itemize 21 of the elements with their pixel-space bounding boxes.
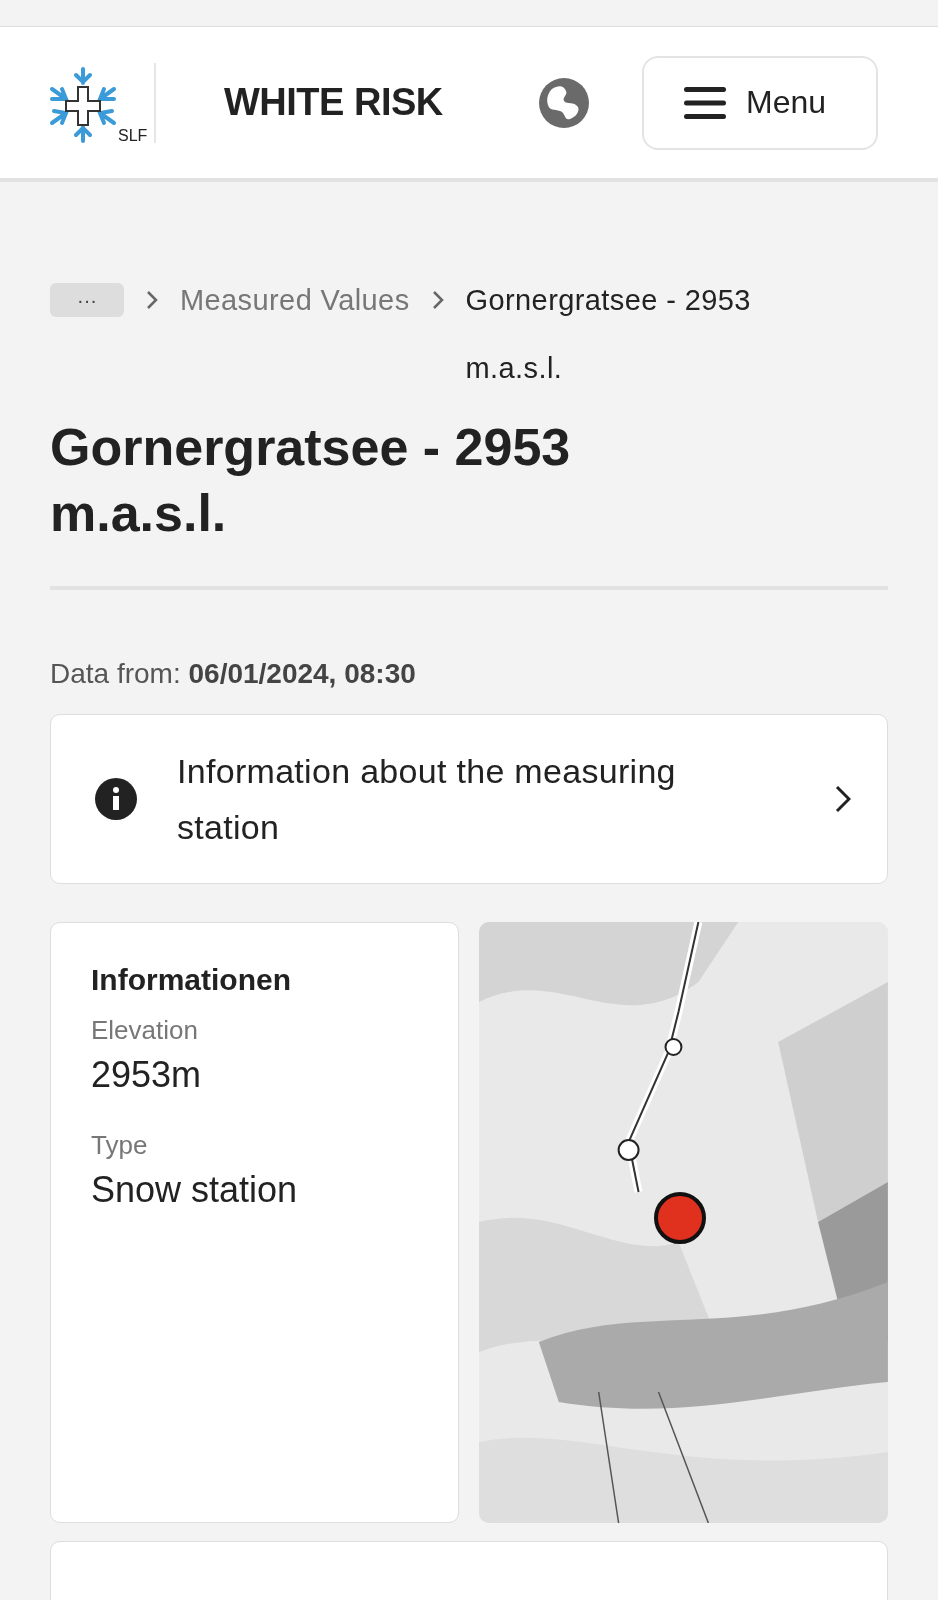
data-timestamp: Data from: 06/01/2024, 08:30 [50, 658, 417, 690]
field-value: Snow station [91, 1169, 299, 1211]
menu-button[interactable]: Menu [642, 55, 878, 150]
field-label: Type [91, 1130, 149, 1161]
breadcrumb-more-button[interactable]: ··· [50, 283, 124, 317]
chevron-icon [146, 290, 158, 310]
snowflake-icon [48, 64, 118, 145]
station-info-link[interactable]: Information about the measuring station [50, 714, 888, 884]
logo-caption: SLF [118, 126, 148, 145]
breadcrumb-current: Gornergratsee - 2953 m.a.s.l. [465, 283, 752, 386]
chevron-icon [835, 785, 851, 813]
card-heading: Informationen [91, 963, 292, 997]
field-label: Elevation [91, 1015, 199, 1046]
brand-name: WHITE RISK [224, 81, 444, 124]
menu-icon [684, 86, 726, 119]
breadcrumb-link[interactable]: Measured Values [180, 266, 410, 334]
info-icon [95, 778, 137, 820]
field-value: 2953m [91, 1054, 203, 1096]
globe-icon[interactable] [538, 76, 590, 129]
page-title: Gornergratsee - 2953 m.a.s.l. [50, 414, 888, 590]
chevron-icon [431, 290, 444, 310]
